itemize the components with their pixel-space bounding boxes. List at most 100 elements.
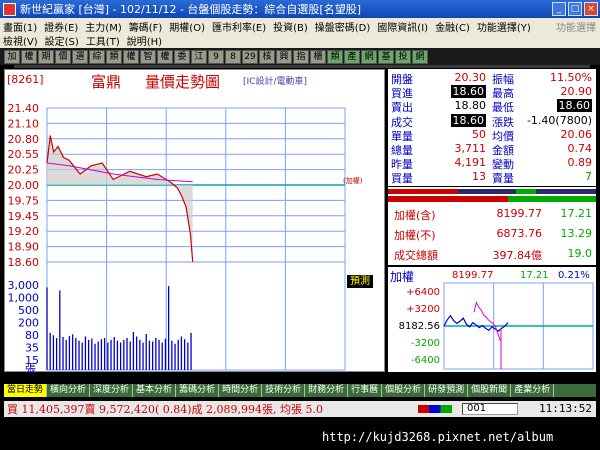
- close-icon[interactable]: ×: [584, 2, 598, 16]
- minimize-icon[interactable]: _: [552, 2, 566, 16]
- index-change: 17.21: [560, 207, 593, 220]
- toolbar-button[interactable]: 網: [361, 49, 377, 64]
- tab[interactable]: 技術分析: [262, 384, 306, 397]
- quote-value: 4,191: [454, 156, 487, 170]
- menu-item[interactable]: 主力(M): [85, 19, 121, 34]
- menu-item[interactable]: 匯市利率(E): [212, 19, 266, 34]
- tab[interactable]: 行事曆: [348, 384, 383, 397]
- maximize-icon[interactable]: □: [568, 2, 582, 16]
- toolbar-button[interactable]: 網: [412, 49, 428, 64]
- menu-item[interactable]: 金融(C): [435, 19, 470, 34]
- toolbar-button[interactable]: 8: [225, 49, 241, 64]
- forecast-button[interactable]: 預測: [347, 275, 373, 288]
- window-controls: _ □ ×: [552, 2, 598, 16]
- stock-code-input[interactable]: 001: [462, 403, 518, 415]
- toolbar: 加權期價選綜類權智權委江 9 8 29 核興指櫃類產網基投網: [0, 48, 600, 65]
- menu-item[interactable]: 操盤密碼(D): [315, 19, 371, 34]
- tab[interactable]: 研發預測: [425, 384, 469, 397]
- menu-item[interactable]: 檢視(V): [3, 33, 38, 48]
- index-change: 13.29: [560, 227, 593, 240]
- toolbar-button[interactable]: 權: [157, 49, 173, 64]
- toolbar-button[interactable]: 江: [191, 49, 207, 64]
- toolbar-button[interactable]: 綜: [89, 49, 105, 64]
- toolbar-button[interactable]: 29: [242, 49, 258, 64]
- menu-bar: 畫面(1) 證券(E) 主力(M) 籌碼(F) 期權(O) 匯市利率(E) 投資(B) 操盤密…: [0, 18, 600, 48]
- menu-row-2: 檢視(V) 設定(S) 工具(T) 說明(H): [3, 33, 162, 48]
- toolbar-button[interactable]: 權: [21, 49, 37, 64]
- menu-item[interactable]: 工具(T): [86, 33, 120, 48]
- quote-value: -1.40(7800): [526, 113, 592, 127]
- stock-name: 富鼎: [91, 73, 122, 91]
- toolbar-button[interactable]: 指: [293, 49, 309, 64]
- chart-panel: 21.40 21.10 20.80 20.55 20.25 20.00 19.75 19.45…: [4, 69, 385, 373]
- index-summary: 加權(含) 8199.77 17.21 加權(不) 6873.76 13.29 成交總額 39…: [388, 203, 596, 265]
- menu-item[interactable]: 功能選擇(Y): [477, 19, 531, 34]
- toolbar-button[interactable]: 類: [106, 49, 122, 64]
- toolbar-button[interactable]: 興: [276, 49, 292, 64]
- price-tick-label: 20.55: [8, 148, 40, 161]
- toolbar-button[interactable]: 產: [344, 49, 360, 64]
- mini-tick-label: 8182.56: [399, 321, 440, 332]
- price-tick-label: 21.40: [8, 102, 40, 115]
- menu-item[interactable]: 國際資訊(I): [377, 19, 428, 34]
- toolbar-button[interactable]: 加: [4, 49, 20, 64]
- quote-value: 20.30: [454, 71, 487, 84]
- toolbar-button[interactable]: 選: [72, 49, 88, 64]
- tab[interactable]: 基本分析: [133, 384, 177, 397]
- depth-bar: [388, 187, 596, 203]
- toolbar-button[interactable]: 櫃: [310, 49, 326, 64]
- tab[interactable]: 個股分析: [382, 384, 426, 397]
- quote-value: 20.06: [560, 127, 593, 141]
- price-tick-label: 19.75: [8, 194, 40, 207]
- index-mini-chart: +6400 +3200 8182.56 -3200 -6400 加權 8199.77 1…: [388, 267, 596, 372]
- tab[interactable]: 個股新聞: [468, 384, 512, 397]
- toolbar-button[interactable]: 9: [208, 49, 224, 64]
- quote-label: 賣量: [492, 172, 514, 186]
- mini-pct: 0.21%: [558, 270, 590, 281]
- price-tick-label: 20.00: [8, 179, 40, 192]
- menu-row-1: 畫面(1) 證券(E) 主力(M) 籌碼(F) 期權(O) 匯市利率(E) 投資(B) 操盤密…: [3, 19, 531, 34]
- menu-item[interactable]: 籌碼(F): [129, 19, 163, 34]
- tab[interactable]: 產業分析: [511, 384, 555, 397]
- toolbar-button[interactable]: 核: [259, 49, 275, 64]
- menu-extra[interactable]: 功能選擇: [556, 19, 596, 34]
- tab[interactable]: 時間分析: [219, 384, 263, 397]
- menu-item[interactable]: 證券(E): [44, 19, 78, 34]
- tab[interactable]: 當日走勢: [4, 384, 48, 397]
- window-title: 新世紀贏家 [台灣] - 102/11/12 - 台盤個股走勢：綜合自選股[名望…: [20, 3, 361, 16]
- quote-value: 0.89: [567, 156, 593, 170]
- toolbar-button[interactable]: 智: [140, 49, 156, 64]
- time-tick-label: 11:00: [150, 372, 182, 373]
- tab[interactable]: 財務分析: [305, 384, 349, 397]
- tab[interactable]: 橫向分析: [47, 384, 91, 397]
- quote-value: 13: [472, 170, 486, 184]
- tab[interactable]: 籌碼分析: [176, 384, 220, 397]
- menu-item[interactable]: 期權(O): [169, 19, 205, 34]
- tab[interactable]: 深度分析: [90, 384, 134, 397]
- title-bar: 新世紀贏家 [台灣] - 102/11/12 - 台盤個股走勢：綜合自選股[名望…: [0, 0, 600, 18]
- toolbar-button[interactable]: 類: [327, 49, 343, 64]
- menu-item[interactable]: 畫面(1): [3, 19, 37, 34]
- menu-item[interactable]: 設定(S): [45, 33, 79, 48]
- toolbar-button[interactable]: 投: [395, 49, 411, 64]
- volume-tick-label: 200: [18, 317, 39, 330]
- quote-value: 18.60: [556, 99, 592, 113]
- index-label: 成交總額: [394, 249, 438, 262]
- toolbar-button[interactable]: 價: [55, 49, 71, 64]
- index-change: 19.0: [567, 247, 593, 260]
- quote-panel: 開盤 20.30 振幅 11.50% 買進 18.60 最高 20.90 賣出 18.80 最低 18…: [388, 69, 596, 186]
- time-tick-label: 12:00: [210, 372, 242, 373]
- price-tick-label: 19.20: [8, 225, 40, 238]
- toolbar-button[interactable]: 期: [38, 49, 54, 64]
- trade-summary: 買 11,405,397賣 9,572,420( 0.84)成 2,089,99…: [7, 403, 323, 416]
- toolbar-button[interactable]: 基: [378, 49, 394, 64]
- menu-item[interactable]: 說明(H): [127, 33, 162, 48]
- time-tick-label: 13:00: [270, 372, 302, 373]
- reference-label: (加權): [343, 177, 363, 185]
- toolbar-button[interactable]: 權: [123, 49, 139, 64]
- menu-item[interactable]: 投資(B): [273, 19, 308, 34]
- quote-value: 18.80: [454, 99, 487, 113]
- quote-value: 7: [585, 170, 592, 184]
- quote-value: 50: [472, 127, 486, 141]
- toolbar-button[interactable]: 委: [174, 49, 190, 64]
